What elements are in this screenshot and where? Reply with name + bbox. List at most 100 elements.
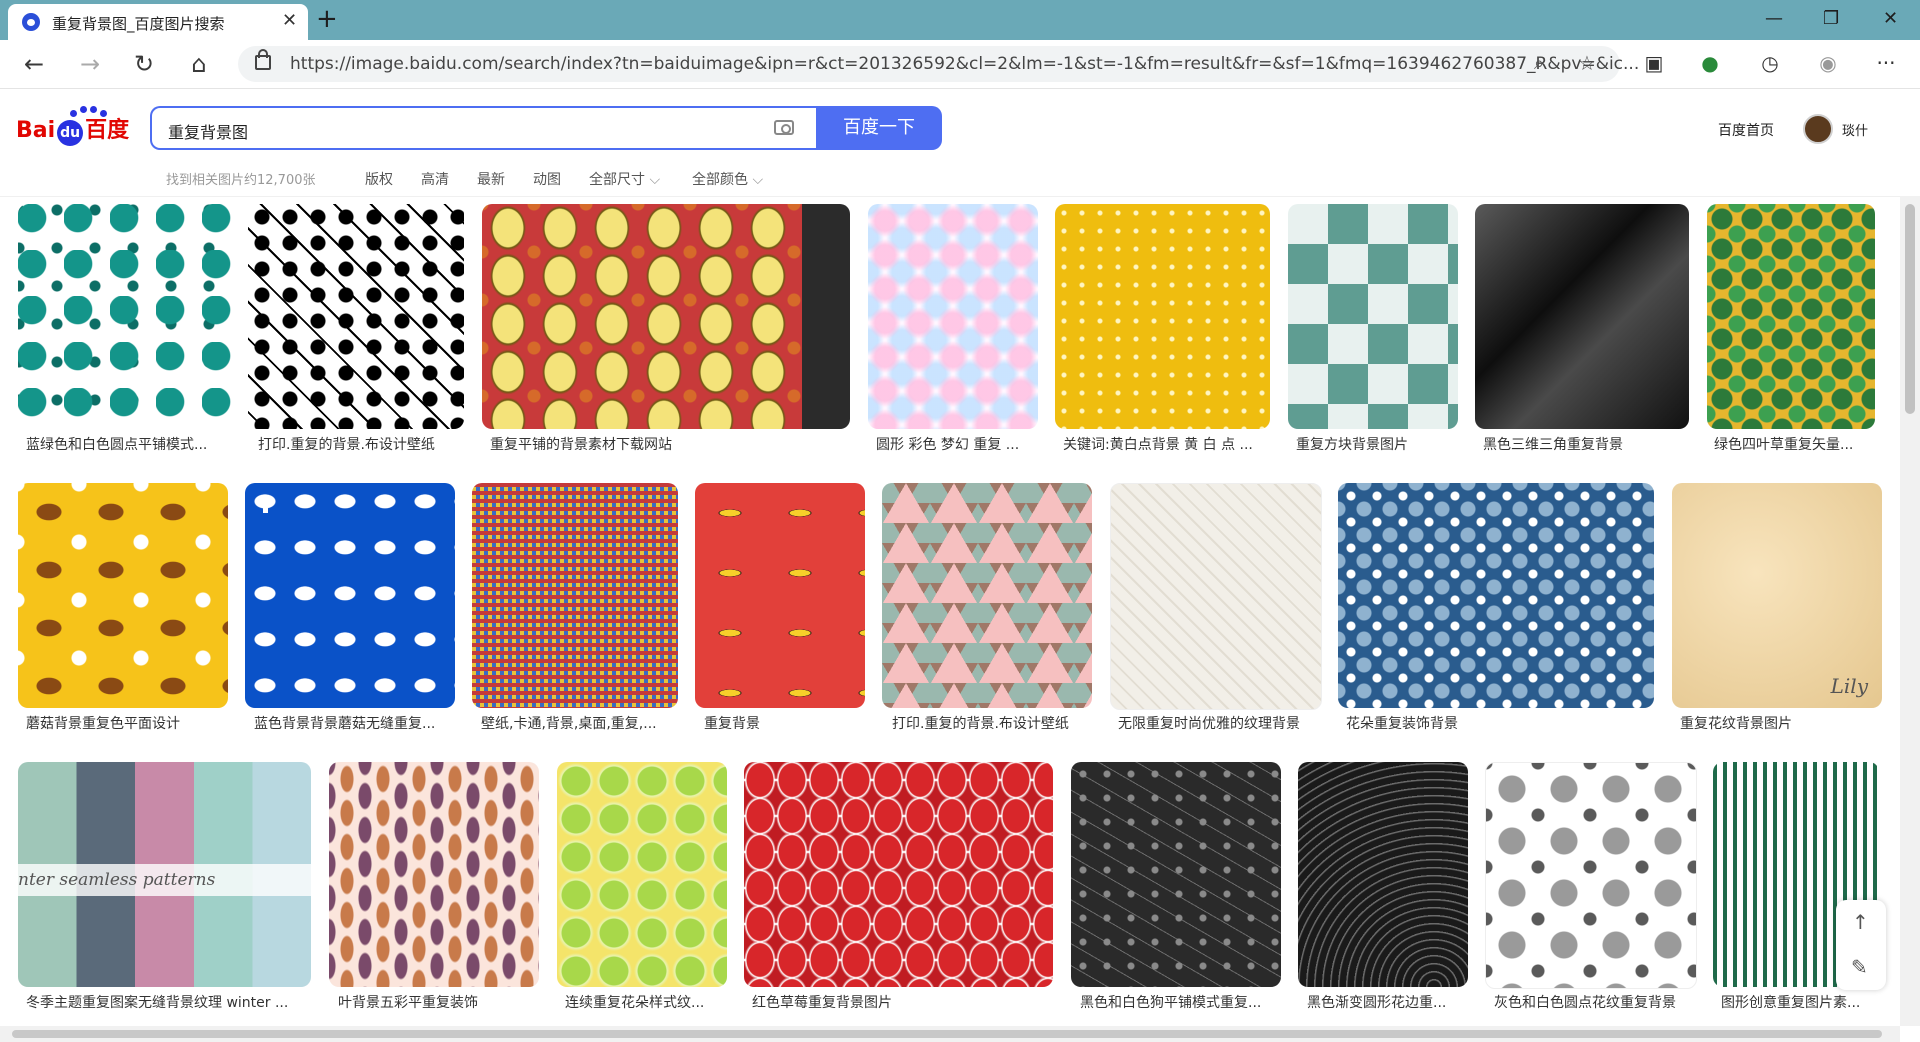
result-image-17[interactable]: nter seamless patterns — [18, 762, 311, 987]
result-caption-1[interactable]: 蓝绿色和白色圆点平铺模式... — [26, 434, 226, 454]
filter-size[interactable]: 全部尺寸 ⌵ — [589, 169, 660, 189]
logo-bai: Bai — [16, 118, 56, 143]
logo-du: du — [57, 120, 84, 146]
result-image-2[interactable] — [248, 204, 464, 429]
baidu-favicon-icon — [22, 13, 40, 31]
baidu-logo[interactable]: Bai du 百度 — [16, 106, 129, 146]
search-query[interactable]: 重复背景图 — [168, 119, 248, 143]
result-caption-15[interactable]: 花朵重复装饰背景 — [1346, 713, 1646, 733]
result-caption-9[interactable]: 蘑菇背景重复色平面设计 — [26, 713, 226, 733]
search-input[interactable]: 重复背景图 — [150, 106, 816, 150]
result-caption-14[interactable]: 无限重复时尚优雅的纹理背景 — [1118, 713, 1318, 733]
history-icon[interactable]: ◷ — [1757, 50, 1783, 76]
toolbar-divider — [0, 88, 1920, 89]
result-caption-19[interactable]: 连续重复花朵样式纹... — [565, 992, 725, 1012]
search-button[interactable]: 百度一下 — [816, 106, 942, 150]
result-caption-4[interactable]: 圆形 彩色 梦幻 重复 ... — [876, 434, 1036, 454]
filter-animated[interactable]: 动图 — [533, 169, 561, 189]
result-caption-11[interactable]: 壁纸,卡通,背景,桌面,重复,... — [481, 713, 676, 733]
result-caption-2[interactable]: 打印.重复的背景.布设计壁纸 — [258, 434, 458, 454]
result-image-20[interactable] — [744, 762, 1053, 987]
result-image-16[interactable]: Lily — [1672, 483, 1882, 708]
extension-icon[interactable]: ● — [1697, 50, 1723, 76]
result-caption-8[interactable]: 绿色四叶草重复矢量... — [1714, 434, 1874, 454]
result-caption-6[interactable]: 重复方块背景图片 — [1296, 434, 1456, 454]
result-caption-3[interactable]: 重复平铺的背景素材下载网站 — [490, 434, 840, 454]
result-caption-24[interactable]: 图形创意重复图片素... — [1721, 992, 1879, 1012]
result-image-15[interactable] — [1338, 483, 1654, 708]
filter-latest[interactable]: 最新 — [477, 169, 505, 189]
tab-title: 重复背景图_百度图片搜索 — [52, 15, 225, 33]
url-text[interactable]: https://image.baidu.com/search/index?tn=… — [290, 54, 1639, 74]
filter-copyright[interactable]: 版权 — [365, 169, 393, 189]
result-image-18[interactable] — [329, 762, 539, 987]
result-caption-5[interactable]: 关键词:黄白点背景 黄 白 点 ... — [1063, 434, 1268, 454]
result-caption-7[interactable]: 黑色三维三角重复背景 — [1483, 434, 1688, 454]
result-caption-18[interactable]: 叶背景五彩平重复装饰 — [338, 992, 538, 1012]
paw-icon — [68, 106, 107, 118]
home-link[interactable]: 百度首页 — [1718, 120, 1774, 140]
header-divider — [0, 196, 1900, 197]
result-caption-13[interactable]: 打印.重复的背景.布设计壁纸 — [892, 713, 1092, 733]
username[interactable]: 琰什 — [1842, 120, 1868, 139]
result-image-10[interactable] — [245, 483, 455, 708]
chevron-down-icon: ⌵ — [649, 172, 661, 188]
home-icon[interactable]: ⌂ — [183, 48, 215, 80]
collections-icon[interactable]: ▣ — [1641, 50, 1667, 76]
result-caption-17[interactable]: 冬季主题重复图案无缝背景纹理 winter ... — [26, 992, 306, 1012]
result-image-3[interactable] — [482, 204, 850, 429]
result-caption-23[interactable]: 灰色和白色圆点花纹重复背景 — [1494, 992, 1694, 1012]
result-caption-22[interactable]: 黑色渐变圆形花边重... — [1307, 992, 1467, 1012]
result-image-19[interactable] — [557, 762, 727, 987]
result-image-1[interactable] — [18, 204, 232, 429]
browser-tab[interactable]: 重复背景图_百度图片搜索 ✕ — [8, 4, 308, 40]
result-image-12[interactable] — [695, 483, 865, 708]
add-favorite-icon[interactable]: ☆ — [1578, 51, 1596, 75]
result-image-21[interactable] — [1071, 762, 1281, 987]
result-caption-16[interactable]: 重复花纹背景图片 — [1680, 713, 1880, 733]
result-image-23[interactable] — [1485, 762, 1697, 989]
floating-tools: ↑ ✎ — [1836, 900, 1886, 990]
avatar[interactable] — [1803, 114, 1833, 144]
address-bar[interactable]: https://image.baidu.com/search/index?tn=… — [238, 46, 1639, 82]
result-image-11[interactable] — [472, 483, 678, 708]
back-icon[interactable]: ← — [18, 48, 50, 80]
refresh-icon[interactable]: ↻ — [128, 48, 160, 80]
close-tab-icon[interactable]: ✕ — [282, 10, 297, 31]
result-image-9[interactable] — [18, 483, 228, 708]
lock-icon[interactable] — [255, 49, 271, 70]
vertical-scroll-thumb[interactable] — [1905, 204, 1915, 414]
filter-color[interactable]: 全部颜色 ⌵ — [692, 169, 763, 189]
result-caption-10[interactable]: 蓝色背景背景蘑菇无缝重复... — [254, 713, 454, 733]
restore-icon[interactable]: ❐ — [1823, 8, 1839, 29]
forward-icon[interactable]: → — [74, 48, 106, 80]
result-count: 找到相关图片约12,700张 — [166, 173, 316, 188]
filter-hd[interactable]: 高清 — [421, 169, 449, 189]
result-image-22[interactable] — [1298, 762, 1468, 987]
profile-icon[interactable]: ◉ — [1815, 50, 1841, 76]
back-to-top-icon[interactable]: ↑ — [1852, 910, 1869, 934]
result-caption-20[interactable]: 红色草莓重复背景图片 — [752, 992, 1052, 1012]
result-image-14[interactable] — [1110, 483, 1322, 710]
camera-icon[interactable] — [774, 120, 794, 135]
result-image-6[interactable] — [1288, 204, 1458, 429]
zoom-icon[interactable]: ⌕ — [1534, 53, 1544, 74]
edit-icon[interactable]: ✎ — [1851, 955, 1868, 979]
filter-size-label: 全部尺寸 — [589, 172, 645, 188]
horizontal-scroll-thumb[interactable] — [12, 1030, 1882, 1038]
watermark: Lily — [1830, 674, 1868, 698]
chevron-down-icon: ⌵ — [752, 172, 764, 188]
image-overlay-text: nter seamless patterns — [18, 864, 311, 896]
more-icon[interactable]: ··· — [1873, 50, 1899, 76]
result-image-13[interactable] — [882, 483, 1092, 708]
new-tab-button[interactable]: + — [316, 4, 338, 34]
minimize-icon[interactable]: — — [1765, 8, 1783, 29]
result-image-8[interactable] — [1707, 204, 1875, 429]
result-image-4[interactable] — [868, 204, 1038, 429]
result-image-7[interactable] — [1475, 204, 1689, 429]
filter-color-label: 全部颜色 — [692, 172, 748, 188]
result-caption-12[interactable]: 重复背景 — [704, 713, 864, 733]
result-caption-21[interactable]: 黑色和白色狗平铺模式重复... — [1080, 992, 1280, 1012]
close-window-icon[interactable]: ✕ — [1883, 8, 1898, 29]
result-image-5[interactable] — [1055, 204, 1270, 429]
